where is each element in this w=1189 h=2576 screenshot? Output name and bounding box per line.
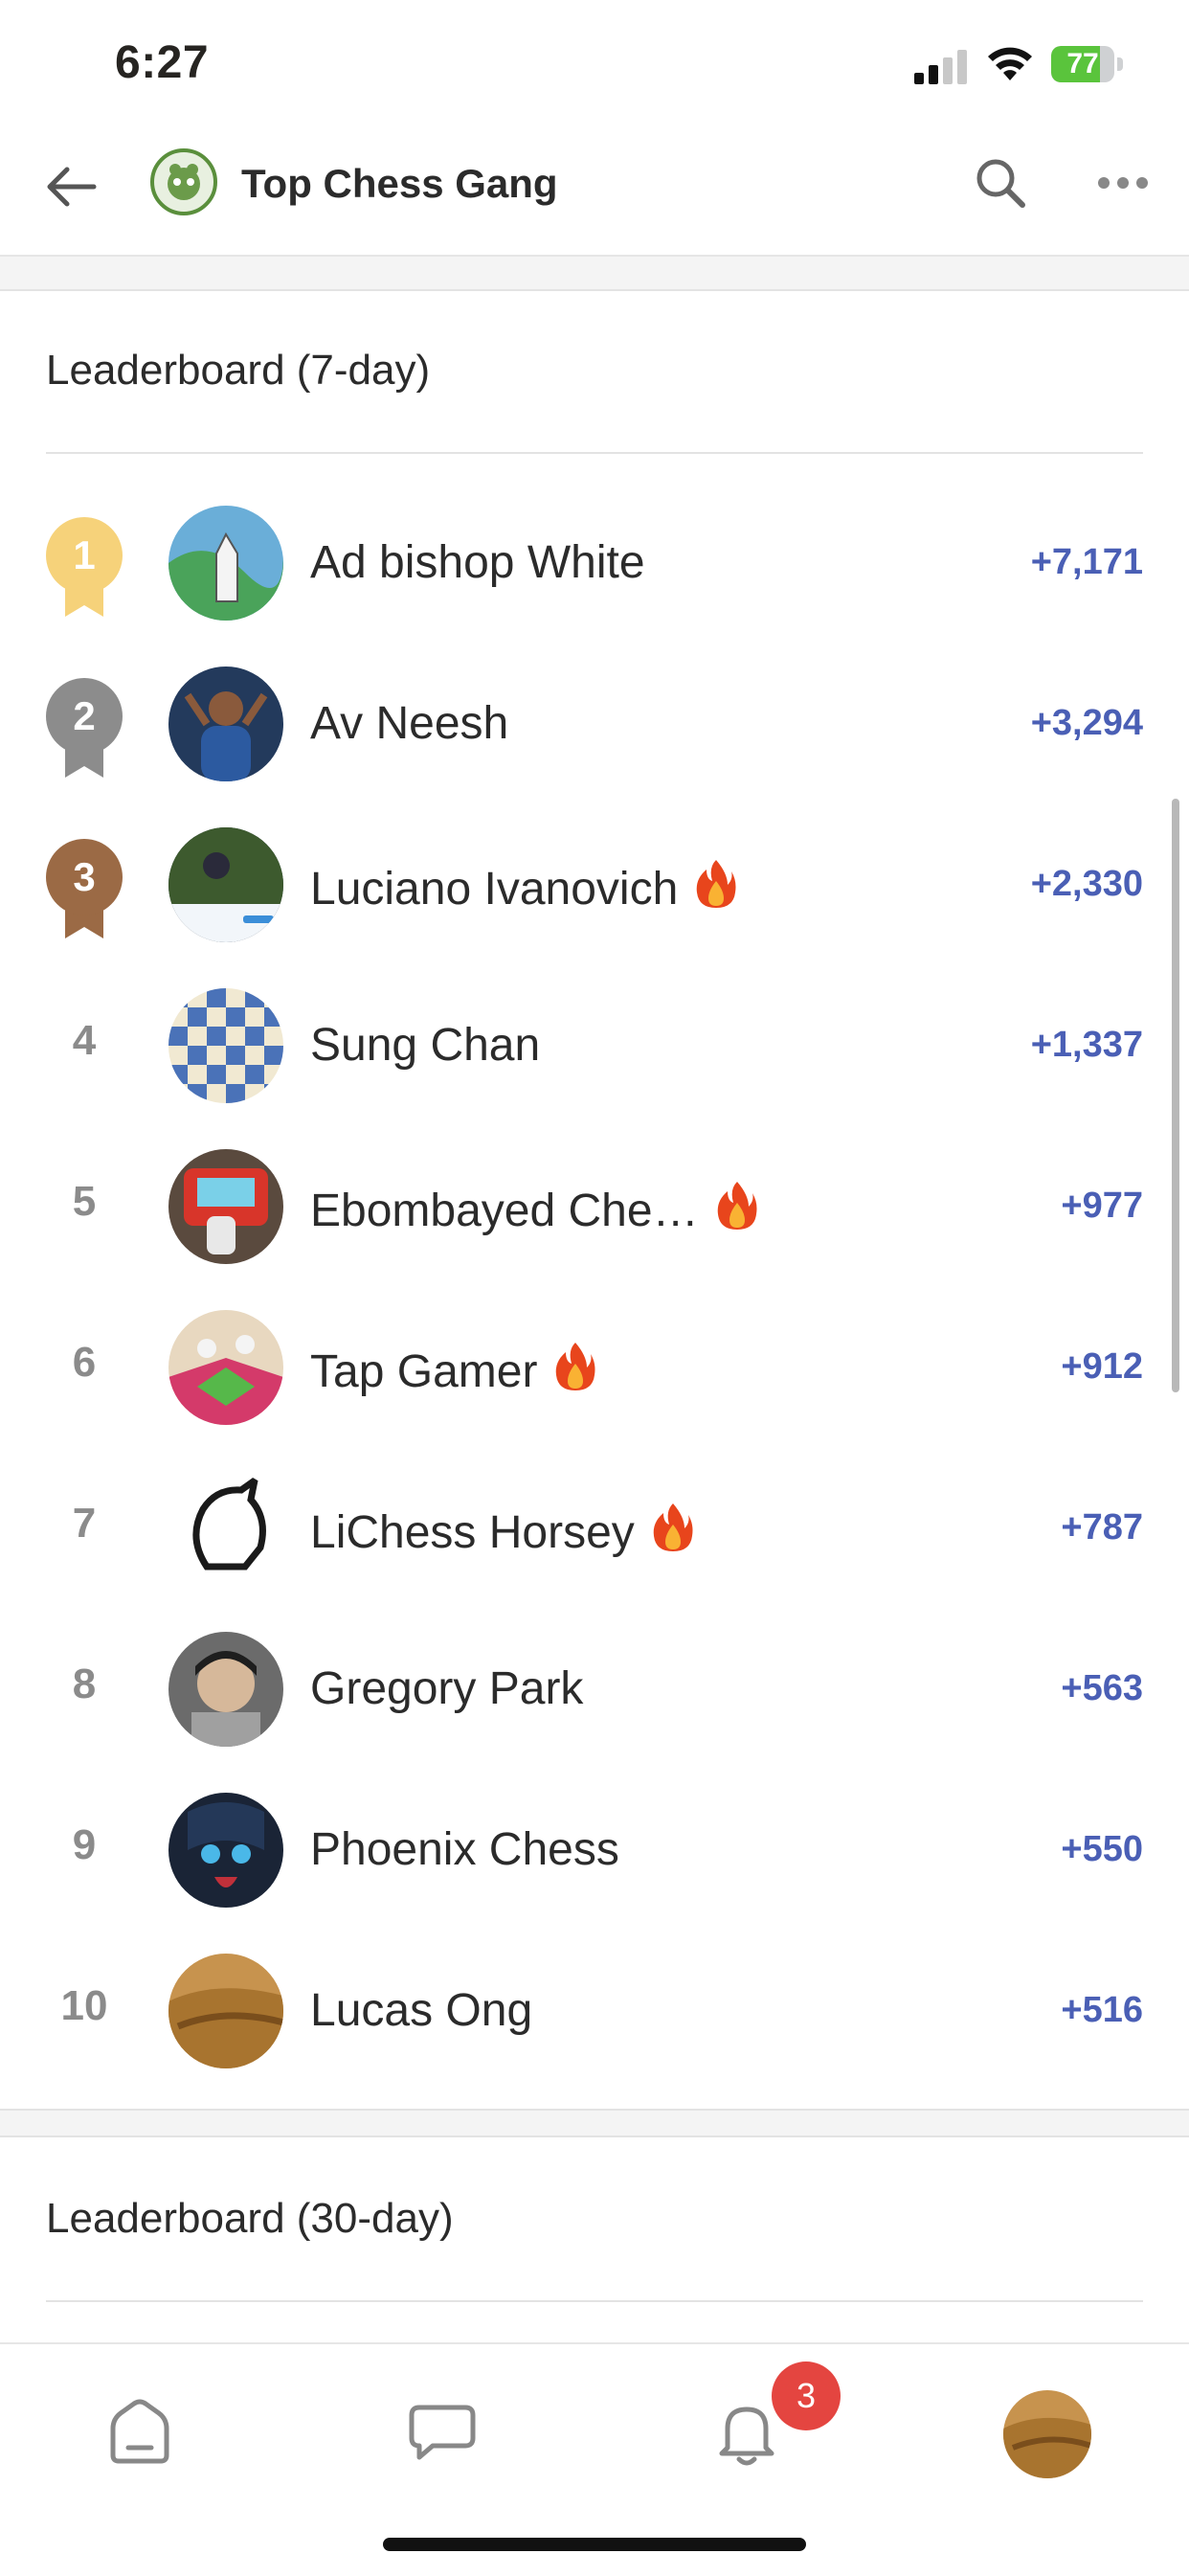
- player-name[interactable]: Av Neesh: [310, 697, 508, 750]
- player-avatar[interactable]: [168, 1149, 283, 1264]
- status-time: 6:27: [115, 37, 210, 88]
- player-name[interactable]: Tap Gamer: [310, 1341, 596, 1398]
- leaderboard-row[interactable]: 4 Sung Chan +1,337: [0, 965, 1189, 1126]
- scroll-indicator: [1172, 799, 1179, 1392]
- section-spacer: [0, 257, 1189, 291]
- leaderboard-row[interactable]: 5 Ebombayed Che… +977: [0, 1126, 1189, 1287]
- club-logo-icon[interactable]: [149, 147, 218, 216]
- wifi-icon: [988, 47, 1032, 80]
- player-name-text: Tap Gamer: [310, 1346, 538, 1397]
- back-arrow-icon[interactable]: [38, 153, 105, 220]
- rank-number: 1: [46, 517, 123, 594]
- section-border: [0, 289, 1189, 291]
- top-app-bar: Top Chess Gang: [0, 124, 1189, 257]
- fire-icon: [717, 1182, 757, 1230]
- score-value: +516: [1061, 1990, 1143, 2030]
- club-title[interactable]: Top Chess Gang: [241, 161, 558, 207]
- chat-icon[interactable]: [404, 2394, 481, 2471]
- player-name-text: Av Neesh: [310, 698, 509, 749]
- player-avatar[interactable]: [168, 1793, 283, 1908]
- player-avatar[interactable]: [168, 1310, 283, 1425]
- leaderboard-divider: [46, 2300, 1143, 2302]
- rank-medal-icon: 2: [44, 678, 124, 778]
- player-name[interactable]: Sung Chan: [310, 1019, 540, 1072]
- search-icon[interactable]: [967, 149, 1034, 216]
- rank-number: 7: [72, 1500, 97, 1547]
- home-icon[interactable]: [101, 2394, 178, 2471]
- fire-icon: [653, 1503, 693, 1551]
- player-avatar[interactable]: [168, 1954, 283, 2068]
- rank-number: 6: [72, 1339, 97, 1386]
- player-name-text: Gregory Park: [310, 1663, 584, 1714]
- leaderboard-row[interactable]: 3 Luciano Ivanovich +2,330: [0, 804, 1189, 965]
- leaderboard-row[interactable]: 10 Lucas Ong +516: [0, 1931, 1189, 2091]
- player-name-text: Ebombayed Che…: [310, 1186, 699, 1236]
- player-name[interactable]: LiChess Horsey: [310, 1502, 694, 1559]
- leaderboard-row[interactable]: 2 Av Neesh +3,294: [0, 644, 1189, 804]
- leaderboard-row[interactable]: 9 Phoenix Chess +550: [0, 1770, 1189, 1931]
- score-value: +787: [1061, 1507, 1143, 1548]
- player-name-text: Ad bishop White: [310, 537, 645, 588]
- rank-number: 8: [72, 1661, 97, 1707]
- rank-number: 4: [72, 1017, 97, 1064]
- player-avatar[interactable]: [168, 827, 283, 942]
- player-name-text: Lucas Ong: [310, 1985, 533, 2036]
- score-value: +550: [1061, 1829, 1143, 1869]
- battery-indicator: 77: [1051, 46, 1124, 82]
- player-name-text: Sung Chan: [310, 1020, 541, 1071]
- player-name-text: Luciano Ivanovich: [310, 864, 679, 915]
- player-avatar[interactable]: [168, 1471, 283, 1586]
- notification-badge: 3: [772, 2361, 841, 2430]
- score-value: +563: [1061, 1668, 1143, 1708]
- player-name[interactable]: Ad bishop White: [310, 536, 645, 589]
- rank-medal-icon: 1: [44, 517, 124, 617]
- player-name[interactable]: Phoenix Chess: [310, 1823, 619, 1876]
- leaderboard-row[interactable]: 8 Gregory Park +563: [0, 1609, 1189, 1770]
- rank-medal-icon: 3: [44, 839, 124, 938]
- leaderboard-7day-title: Leaderboard (7-day): [46, 347, 431, 394]
- section-border: [0, 2109, 1189, 2111]
- score-value: +3,294: [1030, 703, 1143, 743]
- profile-avatar[interactable]: [1003, 2390, 1091, 2478]
- player-avatar[interactable]: [168, 988, 283, 1103]
- rank-number: 3: [46, 839, 123, 915]
- player-avatar[interactable]: [168, 667, 283, 781]
- player-name[interactable]: Lucas Ong: [310, 1984, 532, 2037]
- rank-number: 2: [46, 678, 123, 755]
- section-spacer: [0, 2109, 1189, 2137]
- fire-icon: [696, 860, 736, 908]
- leaderboard-row[interactable]: 1 Ad bishop White +7,171: [0, 483, 1189, 644]
- rank-number: 9: [72, 1821, 97, 1868]
- leaderboard-row[interactable]: 7 LiChess Horsey +787: [0, 1448, 1189, 1609]
- score-value: +977: [1061, 1186, 1143, 1226]
- score-value: +912: [1061, 1346, 1143, 1387]
- player-avatar[interactable]: [168, 506, 283, 621]
- player-name[interactable]: Gregory Park: [310, 1662, 583, 1715]
- player-avatar[interactable]: [168, 1632, 283, 1747]
- fire-icon: [556, 1343, 595, 1390]
- leaderboard-divider: [46, 452, 1143, 454]
- score-value: +7,171: [1030, 542, 1143, 582]
- player-name[interactable]: Ebombayed Che…: [310, 1180, 758, 1237]
- player-name-text: LiChess Horsey: [310, 1507, 635, 1558]
- score-value: +1,337: [1030, 1025, 1143, 1065]
- player-name-text: Phoenix Chess: [310, 1824, 619, 1875]
- rank-number: 10: [60, 1982, 108, 2029]
- score-value: +2,330: [1030, 864, 1143, 904]
- more-dots-icon[interactable]: [1089, 149, 1156, 216]
- battery-percent: 77: [1066, 48, 1099, 79]
- home-indicator: [383, 2538, 806, 2551]
- rank-number: 5: [72, 1178, 97, 1225]
- cellular-signal-icon: [914, 50, 967, 84]
- leaderboard-row[interactable]: 6 Tap Gamer +912: [0, 1287, 1189, 1448]
- leaderboard-30day-title: Leaderboard (30-day): [46, 2195, 454, 2242]
- status-bar: 6:27 77: [0, 0, 1189, 124]
- player-name[interactable]: Luciano Ivanovich: [310, 858, 737, 915]
- section-border: [0, 2135, 1189, 2137]
